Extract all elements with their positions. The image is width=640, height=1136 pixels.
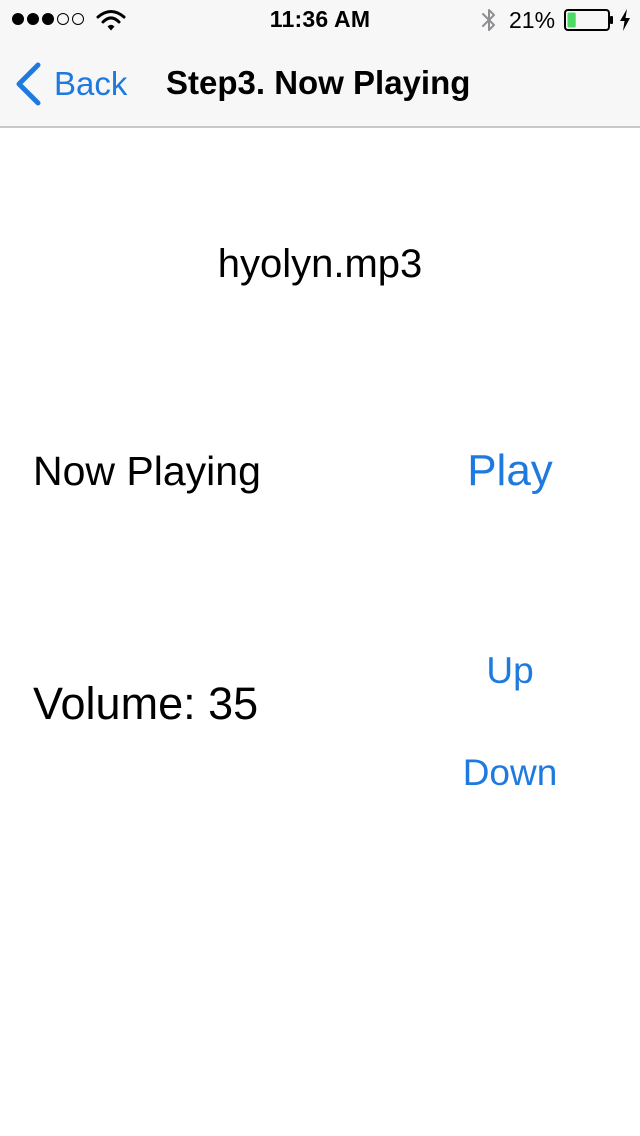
- navigation-bar: Back Step3. Now Playing: [0, 40, 640, 128]
- play-button[interactable]: Play: [440, 446, 580, 496]
- charging-bolt-icon: [620, 9, 630, 31]
- battery-percent: 21%: [509, 7, 556, 33]
- volume-label: Volume: 35: [33, 678, 259, 729]
- back-button[interactable]: Back: [14, 60, 127, 108]
- bluetooth-icon: [482, 9, 495, 31]
- battery-fill: [567, 12, 576, 28]
- volume-up-button[interactable]: Up: [440, 650, 580, 692]
- top-bar: 11:36 AM 21% Back Step3. Now Playing: [0, 0, 640, 128]
- volume-down-button[interactable]: Down: [430, 752, 590, 794]
- track-file-name: hyolyn.mp3: [217, 242, 423, 286]
- now-playing-screen: 11:36 AM 21% Back Step3. Now Playing hyo…: [0, 0, 640, 1136]
- status-bar: 11:36 AM 21%: [0, 0, 640, 40]
- chevron-left-icon: [16, 62, 41, 106]
- page-title: Step3. Now Playing: [166, 64, 471, 101]
- back-label: Back: [54, 65, 128, 102]
- battery-icon: [564, 9, 613, 31]
- playback-status-label: Now Playing: [33, 448, 261, 494]
